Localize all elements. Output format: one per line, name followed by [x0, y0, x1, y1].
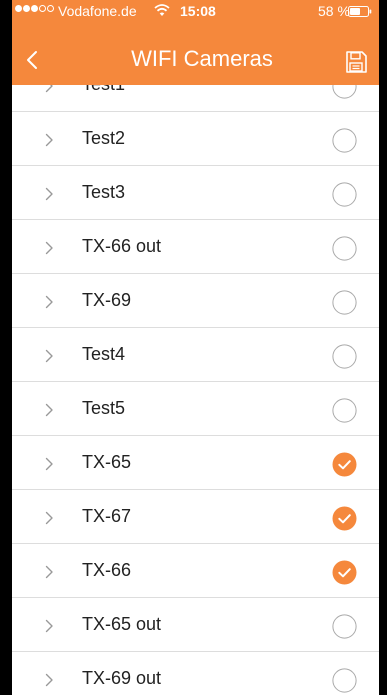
- camera-name: TX-65 out: [82, 614, 162, 634]
- signal-dot: [23, 5, 30, 12]
- camera-row[interactable]: Test3: [12, 166, 379, 220]
- chevron-right-icon: [45, 457, 53, 471]
- camera-name: TX-65: [82, 452, 132, 472]
- header: Vodafone.de 15:08 58 % WIFI Cameras: [12, 0, 379, 85]
- camera-name: TX-69: [82, 290, 132, 310]
- back-button[interactable]: [20, 40, 46, 80]
- checkbox-circle-icon[interactable]: [332, 128, 357, 153]
- checkbox-circle-icon[interactable]: [332, 290, 357, 315]
- floppy-disk-icon: [346, 51, 367, 73]
- chevron-right-icon: [45, 295, 53, 309]
- save-button[interactable]: [344, 50, 368, 74]
- checkbox-circle-icon[interactable]: [332, 668, 357, 693]
- camera-row[interactable]: TX-69: [12, 274, 379, 328]
- camera-row[interactable]: Test4: [12, 328, 379, 382]
- signal-dot: [15, 5, 22, 12]
- camera-name: Test4: [82, 344, 126, 364]
- camera-name: Test3: [82, 182, 126, 202]
- checkmark-selected-icon[interactable]: [332, 452, 357, 477]
- wifi-icon: [154, 4, 170, 16]
- checkbox-circle-icon[interactable]: [332, 344, 357, 369]
- chevron-right-icon: [45, 403, 53, 417]
- status-time: 15:08: [180, 3, 216, 19]
- status-bar: Vodafone.de 15:08 58 %: [12, 0, 379, 22]
- signal-strength-icon: [15, 5, 54, 12]
- checkmark-selected-icon[interactable]: [332, 506, 357, 531]
- camera-row[interactable]: TX-69 out: [12, 652, 379, 695]
- device-right-edge: [379, 0, 387, 695]
- camera-row[interactable]: TX-66: [12, 544, 379, 598]
- checkbox-circle-icon[interactable]: [332, 182, 357, 207]
- checkbox-circle-icon[interactable]: [332, 398, 357, 423]
- chevron-right-icon: [45, 241, 53, 255]
- chevron-right-icon: [45, 187, 53, 201]
- chevron-right-icon: [45, 133, 53, 147]
- device-left-edge: [0, 0, 12, 695]
- camera-name: TX-66 out: [82, 236, 162, 256]
- camera-name: Test5: [82, 398, 126, 418]
- camera-list: Test1Test2Test3TX-66 outTX-69Test4Test5T…: [12, 58, 379, 695]
- checkbox-circle-icon[interactable]: [332, 614, 357, 639]
- camera-name: TX-69 out: [82, 668, 162, 688]
- camera-name: TX-66: [82, 560, 132, 580]
- camera-row[interactable]: Test2: [12, 112, 379, 166]
- chevron-right-icon: [45, 673, 53, 687]
- carrier-name: Vodafone.de: [58, 3, 137, 19]
- camera-name: Test2: [82, 128, 126, 148]
- camera-row[interactable]: Test5: [12, 382, 379, 436]
- battery-icon: [348, 6, 372, 17]
- signal-dot: [31, 5, 38, 12]
- page-title: WIFI Cameras: [131, 46, 273, 71]
- app-screen: Vodafone.de 15:08 58 % WIFI Cameras Test…: [12, 0, 379, 695]
- chevron-right-icon: [45, 349, 53, 363]
- signal-dot: [39, 5, 46, 12]
- camera-row[interactable]: TX-65 out: [12, 598, 379, 652]
- chevron-left-icon: [27, 51, 37, 69]
- checkbox-circle-icon[interactable]: [332, 236, 357, 261]
- camera-name: TX-67: [82, 506, 132, 526]
- checkmark-selected-icon[interactable]: [332, 560, 357, 585]
- chevron-right-icon: [45, 511, 53, 525]
- camera-row[interactable]: TX-67: [12, 490, 379, 544]
- signal-dot: [47, 5, 54, 12]
- chevron-right-icon: [45, 565, 53, 579]
- camera-row[interactable]: TX-66 out: [12, 220, 379, 274]
- battery-percentage: 58 %: [318, 3, 350, 19]
- camera-row[interactable]: TX-65: [12, 436, 379, 490]
- navigation-bar: WIFI Cameras: [12, 30, 379, 85]
- chevron-right-icon: [45, 619, 53, 633]
